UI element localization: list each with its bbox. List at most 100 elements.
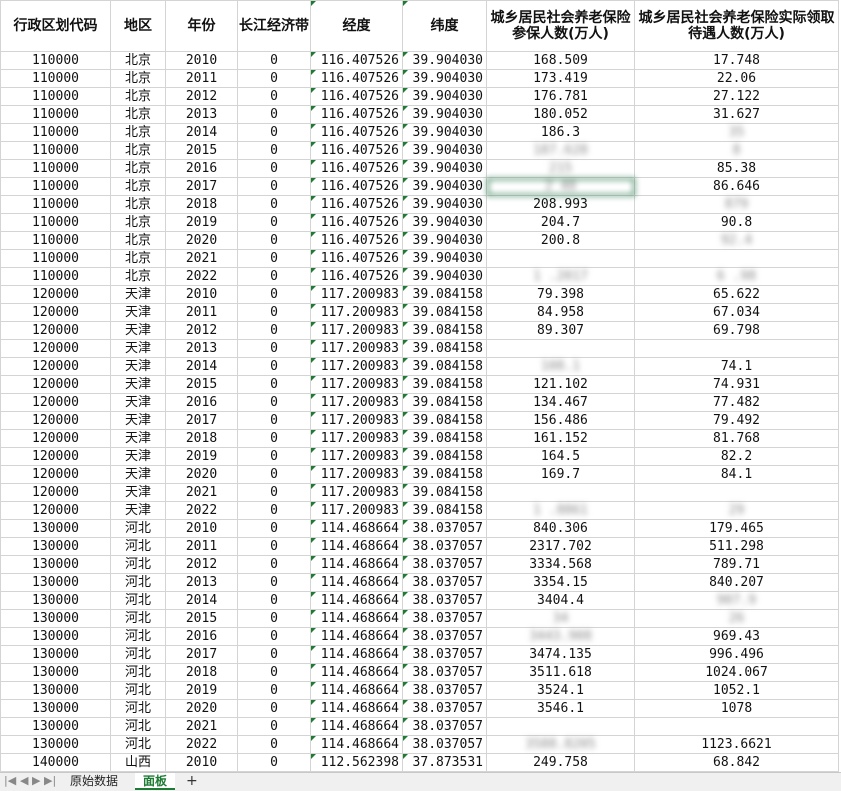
- cell-latitude[interactable]: 38.037057: [402, 537, 487, 556]
- cell-beneficiary-count[interactable]: 6 .98: [634, 267, 839, 286]
- cell-year[interactable]: 2016: [165, 159, 238, 178]
- cell-region-code[interactable]: 120000: [0, 303, 111, 322]
- cell-beneficiary-count[interactable]: 65.622: [634, 285, 839, 304]
- cell-region[interactable]: 河北: [110, 681, 166, 700]
- cell-latitude[interactable]: 39.904030: [402, 249, 487, 268]
- cell-year[interactable]: 2021: [165, 249, 238, 268]
- cell-beneficiary-count[interactable]: 789.71: [634, 555, 839, 574]
- cell-year[interactable]: 2015: [165, 375, 238, 394]
- column-header-longitude[interactable]: 经度: [310, 0, 403, 52]
- cell-beneficiary-count[interactable]: 84.1: [634, 465, 839, 484]
- cell-yangtze-belt[interactable]: 0: [237, 483, 311, 502]
- cell-beneficiary-count[interactable]: [634, 339, 839, 358]
- next-sheet-icon[interactable]: ▶: [32, 774, 40, 787]
- column-header-yangtze-belt[interactable]: 长江经济带: [237, 0, 311, 52]
- cell-yangtze-belt[interactable]: 0: [237, 573, 311, 592]
- cell-latitude[interactable]: 39.904030: [402, 87, 487, 106]
- cell-beneficiary-count[interactable]: 1078: [634, 699, 839, 718]
- cell-region[interactable]: 天津: [110, 447, 166, 466]
- cell-region[interactable]: 天津: [110, 483, 166, 502]
- cell-latitude[interactable]: 39.904030: [402, 267, 487, 286]
- cell-year[interactable]: 2019: [165, 681, 238, 700]
- cell-longitude[interactable]: 114.468664: [310, 555, 403, 574]
- cell-insured-count[interactable]: 173.419: [486, 69, 635, 88]
- cell-year[interactable]: 2012: [165, 321, 238, 340]
- cell-longitude[interactable]: 117.200983: [310, 483, 403, 502]
- cell-year[interactable]: 2013: [165, 339, 238, 358]
- cell-year[interactable]: 2018: [165, 195, 238, 214]
- cell-longitude[interactable]: 116.407526: [310, 195, 403, 214]
- cell-latitude[interactable]: 38.037057: [402, 627, 487, 646]
- cell-year[interactable]: 2017: [165, 645, 238, 664]
- cell-insured-count[interactable]: 169.7: [486, 465, 635, 484]
- cell-region-code[interactable]: 130000: [0, 573, 111, 592]
- cell-latitude[interactable]: 38.037057: [402, 645, 487, 664]
- cell-longitude[interactable]: 116.407526: [310, 51, 403, 70]
- cell-year[interactable]: 2011: [165, 537, 238, 556]
- cell-insured-count[interactable]: 176.781: [486, 87, 635, 106]
- cell-yangtze-belt[interactable]: 0: [237, 303, 311, 322]
- cell-insured-count[interactable]: 89.307: [486, 321, 635, 340]
- cell-insured-count[interactable]: [486, 249, 635, 268]
- cell-beneficiary-count[interactable]: 1052.1: [634, 681, 839, 700]
- cell-beneficiary-count[interactable]: 35: [634, 123, 839, 142]
- cell-year[interactable]: 2012: [165, 555, 238, 574]
- column-header-insured-count[interactable]: 城乡居民社会养老保险参保人数(万人): [486, 0, 635, 52]
- cell-beneficiary-count[interactable]: 879: [634, 195, 839, 214]
- cell-region-code[interactable]: 110000: [0, 159, 111, 178]
- cell-insured-count[interactable]: 168.509: [486, 51, 635, 70]
- cell-region-code[interactable]: 120000: [0, 321, 111, 340]
- cell-latitude[interactable]: 39.904030: [402, 123, 487, 142]
- cell-region-code[interactable]: 110000: [0, 177, 111, 196]
- cell-latitude[interactable]: 38.037057: [402, 519, 487, 538]
- cell-longitude[interactable]: 114.468664: [310, 591, 403, 610]
- cell-region[interactable]: 天津: [110, 285, 166, 304]
- cell-year[interactable]: 2011: [165, 303, 238, 322]
- cell-yangtze-belt[interactable]: 0: [237, 663, 311, 682]
- cell-insured-count[interactable]: 121.102: [486, 375, 635, 394]
- cell-year[interactable]: 2014: [165, 123, 238, 142]
- cell-beneficiary-count[interactable]: 74.931: [634, 375, 839, 394]
- cell-latitude[interactable]: 39.904030: [402, 195, 487, 214]
- tab-raw-data[interactable]: 原始数据: [62, 773, 126, 790]
- cell-beneficiary-count[interactable]: 1024.067: [634, 663, 839, 682]
- cell-year[interactable]: 2021: [165, 483, 238, 502]
- cell-longitude[interactable]: 117.200983: [310, 447, 403, 466]
- cell-insured-count[interactable]: 200.8: [486, 231, 635, 250]
- cell-region-code[interactable]: 130000: [0, 699, 111, 718]
- cell-beneficiary-count[interactable]: 26: [634, 609, 839, 628]
- cell-beneficiary-count[interactable]: 85.38: [634, 159, 839, 178]
- cell-beneficiary-count[interactable]: 86.646: [634, 177, 839, 196]
- cell-longitude[interactable]: 114.468664: [310, 519, 403, 538]
- cell-region-code[interactable]: 120000: [0, 501, 111, 520]
- cell-longitude[interactable]: 116.407526: [310, 87, 403, 106]
- cell-longitude[interactable]: 114.468664: [310, 609, 403, 628]
- cell-insured-count[interactable]: 134.467: [486, 393, 635, 412]
- cell-year[interactable]: 2018: [165, 429, 238, 448]
- cell-beneficiary-count[interactable]: 27.122: [634, 87, 839, 106]
- cell-region-code[interactable]: 110000: [0, 123, 111, 142]
- cell-region-code[interactable]: 110000: [0, 213, 111, 232]
- cell-latitude[interactable]: 39.084158: [402, 411, 487, 430]
- cell-longitude[interactable]: 116.407526: [310, 231, 403, 250]
- cell-yangtze-belt[interactable]: 0: [237, 537, 311, 556]
- cell-yangtze-belt[interactable]: 0: [237, 411, 311, 430]
- cell-year[interactable]: 2012: [165, 87, 238, 106]
- cell-beneficiary-count[interactable]: 67.034: [634, 303, 839, 322]
- cell-yangtze-belt[interactable]: 0: [237, 159, 311, 178]
- cell-yangtze-belt[interactable]: 0: [237, 321, 311, 340]
- cell-insured-count[interactable]: [486, 717, 635, 736]
- cell-region-code[interactable]: 130000: [0, 627, 111, 646]
- cell-year[interactable]: 2013: [165, 573, 238, 592]
- cell-region[interactable]: 北京: [110, 105, 166, 124]
- cell-beneficiary-count[interactable]: 82.2: [634, 447, 839, 466]
- cell-longitude[interactable]: 117.200983: [310, 285, 403, 304]
- cell-longitude[interactable]: 116.407526: [310, 177, 403, 196]
- cell-region[interactable]: 天津: [110, 429, 166, 448]
- cell-region-code[interactable]: 130000: [0, 681, 111, 700]
- cell-region[interactable]: 河北: [110, 591, 166, 610]
- cell-insured-count[interactable]: 1 .2017: [486, 267, 635, 286]
- cell-longitude[interactable]: 116.407526: [310, 123, 403, 142]
- cell-region-code[interactable]: 120000: [0, 465, 111, 484]
- cell-insured-count[interactable]: 180.052: [486, 105, 635, 124]
